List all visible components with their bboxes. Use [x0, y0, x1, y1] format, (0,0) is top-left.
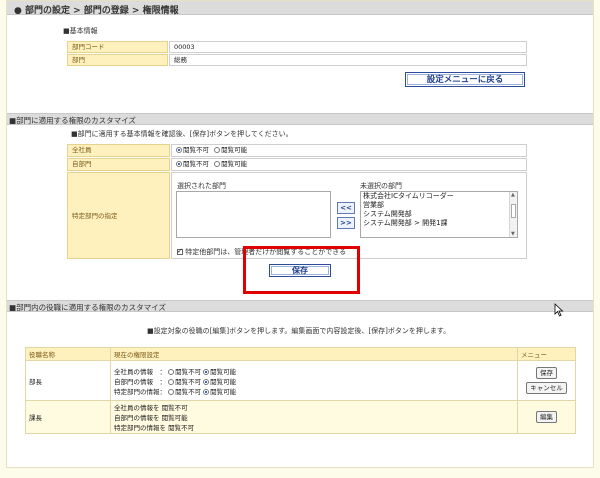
role-permission-instruction: ■設定対象の役職の[編集]ボタンを押します。編集画面で内容設定後、[保存]ボタン… [147, 327, 451, 335]
role-setting-line: 特定部門の情報： 閲覧不可 閲覧可能 [114, 387, 237, 396]
all-staff-radio-group: 閲覧不可 閲覧可能 [171, 144, 527, 157]
role-name: 部長 [25, 360, 111, 401]
column-header: 役職名称 [25, 347, 111, 361]
column-header: メニュー [517, 347, 576, 361]
all-staff-label: 全社員 [67, 144, 170, 157]
role-setting-line: 自部門の情報を 閲覧可能 [114, 414, 188, 422]
list-item[interactable]: 営業部 [361, 201, 517, 210]
list-item[interactable]: システム開発部 [361, 210, 517, 219]
role-name: 課長 [25, 400, 111, 434]
role-setting-line: 自部門の情報 ： 閲覧不可 閲覧可能 [114, 377, 237, 386]
dept-permission-instruction: ■部門に適用する基本情報を確認後、[保存]ボタンを押してください。 [71, 130, 293, 138]
page: ● 部門の設定 > 部門の登録 > 権限情報 ■基本情報 部門コード 00003… [0, 0, 600, 478]
basic-info-heading: ■基本情報 [63, 27, 98, 35]
role-permission-section-bar: ■部門内の役職に適用する権限のカスタマイズ [7, 300, 593, 312]
own-dept-radio-group: 閲覧不可 閲覧可能 [171, 158, 527, 171]
radio[interactable] [203, 388, 210, 395]
back-to-settings-menu-button[interactable]: 設定メニューに戻る [405, 72, 525, 87]
remove-dept-button[interactable]: >> [337, 217, 355, 229]
role-settings-cell: 全社員の情報 ： 閲覧不可 閲覧可能 自部門の情報 ： 閲覧不可 閲覧可能 特定… [110, 360, 518, 401]
page-title-bar: ● 部門の設定 > 部門の登録 > 権限情報 [7, 1, 593, 16]
all-staff-allow-radio[interactable] [214, 147, 221, 153]
role-menu-cell: 保存 キャンセル [517, 360, 576, 401]
table-row: 課長 全社員の情報を 閲覧不可 自部門の情報を 閲覧可能 特定部門の情報を 閲覧… [25, 400, 576, 434]
role-settings-cell: 全社員の情報を 閲覧不可 自部門の情報を 閲覧可能 特定部門の情報を 閲覧不可 [110, 400, 518, 434]
dept-permission-section-bar: ■部門に適用する権限のカスタマイズ [7, 113, 593, 125]
role-permission-section-title: ■部門内の役職に適用する権限のカスタマイズ [9, 303, 166, 312]
role-cancel-button[interactable]: キャンセル [526, 382, 567, 394]
list-item[interactable]: 株式会社ICタイムリコーダー [361, 192, 517, 201]
table-header-row: 役職名称 現在の権限設定 メニュー [25, 347, 576, 361]
own-dept-allow-radio[interactable] [214, 161, 221, 167]
selected-dept-heading: 選択された部門 [177, 182, 226, 190]
role-save-button[interactable]: 保存 [536, 367, 557, 379]
radio[interactable] [168, 388, 175, 395]
dept-code-label: 部門コード [67, 41, 168, 53]
dept-name-value: 総務 [169, 54, 527, 66]
dept-code-value: 00003 [169, 41, 527, 53]
scroll-down-icon[interactable]: ▼ [511, 231, 515, 237]
scroll-up-icon[interactable]: ▲ [511, 192, 515, 198]
all-staff-deny-radio[interactable] [176, 147, 182, 153]
list-item[interactable]: システム開発部 > 開発1課 [361, 219, 517, 228]
add-dept-button[interactable]: << [337, 202, 355, 214]
role-setting-line: 特定部門の情報を 閲覧不可 [114, 424, 195, 432]
radio[interactable] [203, 368, 210, 375]
page-title: ● 部門の設定 > 部門の登録 > 権限情報 [14, 6, 179, 16]
role-edit-button[interactable]: 編集 [536, 411, 557, 423]
selected-dept-listbox[interactable] [176, 191, 331, 238]
scroll-thumb[interactable] [511, 204, 516, 218]
highlight-box [243, 246, 360, 294]
table-row: 部長 全社員の情報 ： 閲覧不可 閲覧可能 自部門の情報 ： 閲覧不可 閲覧可能… [25, 360, 576, 401]
column-header: 現在の権限設定 [110, 347, 518, 361]
radio[interactable] [203, 378, 210, 385]
radio[interactable] [168, 378, 175, 385]
roles-table: 役職名称 現在の権限設定 メニュー 部長 全社員の情報 ： 閲覧不可 閲覧可能 … [25, 347, 576, 434]
own-dept-deny-radio[interactable] [176, 161, 182, 167]
admin-only-checkbox[interactable] [177, 247, 183, 255]
unselected-dept-listbox[interactable]: 株式会社ICタイムリコーダー 営業部 システム開発部 システム開発部 > 開発1… [360, 191, 518, 238]
listbox-scrollbar[interactable]: ▲ ▼ [509, 192, 517, 237]
role-setting-line: 全社員の情報 ： 閲覧不可 閲覧可能 [114, 367, 237, 376]
own-dept-label: 自部門 [67, 158, 170, 171]
unselected-dept-heading: 未選択の部門 [360, 182, 402, 190]
dept-name-label: 部門 [67, 54, 168, 66]
radio[interactable] [168, 368, 175, 375]
role-menu-cell: 編集 [517, 400, 576, 434]
mouse-cursor-icon [554, 303, 564, 317]
role-setting-line: 全社員の情報を 閲覧不可 [114, 404, 188, 412]
dept-permission-section-title: ■部門に適用する権限のカスタマイズ [9, 116, 136, 125]
main-panel: ● 部門の設定 > 部門の登録 > 権限情報 ■基本情報 部門コード 00003… [6, 0, 594, 468]
specific-dept-label: 特定部門の指定 [67, 172, 170, 259]
